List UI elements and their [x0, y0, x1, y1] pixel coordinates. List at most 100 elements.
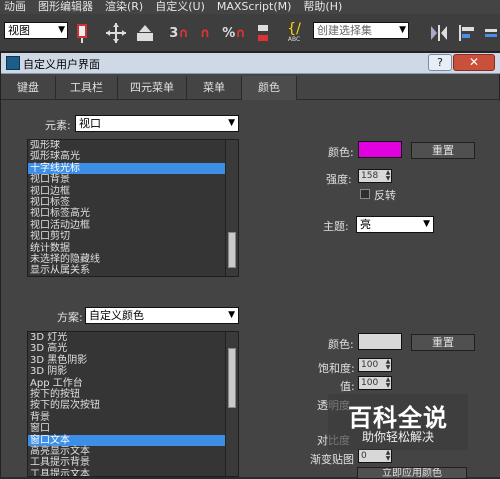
scheme-scrollbar[interactable] [225, 332, 238, 476]
list-item[interactable]: 背景 [28, 412, 238, 423]
list-item[interactable]: 视口标签 [28, 197, 238, 208]
app-logo-icon [6, 56, 20, 70]
dialog-tabs: 键盘 工具栏 四元菜单 菜单 颜色 [1, 76, 500, 100]
saturation-label: 饱和度: [318, 362, 355, 375]
tab-menus[interactable]: 菜单 [187, 76, 242, 100]
scrollbar-thumb[interactable] [228, 232, 236, 268]
menu-maxscript[interactable]: MAXScript(M) [211, 0, 298, 14]
list-item[interactable]: 视口边框 [28, 186, 238, 197]
element-reset-button[interactable]: 重置 [411, 142, 475, 159]
dialog-title: 自定义用户界面 [23, 58, 100, 71]
chevron-down-icon: ▼ [58, 25, 65, 35]
list-item[interactable]: 视口剪切 [28, 231, 238, 242]
intensity-spinner[interactable]: 158 ▲ ▼ [358, 169, 392, 183]
menu-bar: 动画 图形编辑器 渲染(R) 自定义(U) MAXScript(M) 帮助(H) [0, 0, 500, 14]
theme-dropdown[interactable]: 亮 ▼ [356, 216, 434, 233]
chevron-down-icon: ▼ [228, 118, 235, 128]
scheme-color-swatch[interactable] [358, 333, 402, 350]
edit-named-sets-icon[interactable]: {/ ABC [282, 20, 306, 46]
align-icon[interactable] [456, 20, 478, 46]
list-item[interactable]: 3D 灯光 [28, 332, 238, 343]
scheme-color-label: 颜色: [328, 338, 354, 351]
list-item[interactable]: 视口活动边框 [28, 220, 238, 231]
theme-value: 亮 [360, 218, 371, 231]
elements-listbox[interactable]: 弧形球 弧形球高光 十字线光标 视口背景 视口边框 视口标签 视口标签高光 视口… [27, 139, 239, 277]
menu-customize[interactable]: 自定义(U) [149, 0, 211, 14]
element-color-swatch[interactable] [358, 141, 402, 158]
close-button[interactable]: ✕ [453, 54, 495, 71]
menu-help[interactable]: 帮助(H) [297, 0, 348, 14]
elements-scrollbar[interactable] [225, 140, 238, 276]
saturation-value: 100 [361, 360, 379, 370]
place-icon[interactable] [134, 20, 156, 46]
invert-checkbox[interactable] [360, 189, 370, 199]
reference-coordinate-dropdown[interactable]: 视图 ▼ [4, 22, 68, 39]
theme-label: 主题: [323, 220, 349, 233]
list-item[interactable]: 3D 阴影 [28, 366, 238, 377]
scrollbar-thumb[interactable] [228, 348, 236, 408]
spinner-arrows-icon[interactable]: ▲ ▼ [385, 170, 391, 182]
percent-snap-icon[interactable]: % ∩ [222, 20, 246, 46]
saturation-spinner[interactable]: 100 ▲ ▼ [358, 358, 392, 372]
list-item[interactable]: 工具提示背景 [28, 457, 238, 468]
menu-graph-editors[interactable]: 图形编辑器 [32, 0, 99, 14]
list-item[interactable]: 3D 黑色阴影 [28, 355, 238, 366]
value-label: 值: [340, 380, 355, 393]
scheme-value: 自定义颜色 [89, 309, 144, 322]
scheme-listbox[interactable]: 3D 灯光 3D 高光 3D 黑色阴影 3D 阴影 App 工作台 按下的按钮 … [27, 331, 239, 477]
spinner-arrows-icon[interactable]: ▲ ▼ [385, 359, 391, 371]
angle-snap-icon[interactable]: ∩ [194, 20, 216, 46]
gradient-spinner[interactable]: 0 ▲ ▼ [358, 449, 392, 463]
list-item-selected[interactable]: 窗口文本 [28, 434, 238, 446]
list-item[interactable]: 视口背景 [28, 174, 238, 185]
menu-rendering[interactable]: 渲染(R) [99, 0, 149, 14]
list-item[interactable]: 弧形球高光 [28, 151, 238, 162]
list-item[interactable]: 视口标签高光 [28, 208, 238, 219]
scheme-label: 方案: [57, 311, 83, 324]
apply-colors-button[interactable]: 立即应用颜色 [357, 467, 467, 479]
layer-icon[interactable] [482, 20, 500, 46]
tab-keyboard[interactable]: 键盘 [1, 76, 56, 100]
list-item[interactable]: 统计数据 [28, 243, 238, 254]
list-item[interactable]: App 工作台 [28, 378, 238, 389]
spinner-arrows-icon[interactable]: ▲ ▼ [385, 450, 391, 462]
intensity-value: 158 [361, 171, 379, 181]
mirror-icon[interactable] [428, 20, 450, 46]
watermark: 百科全说 助你轻松解决 [328, 394, 468, 450]
tab-quad-menus[interactable]: 四元菜单 [118, 76, 187, 100]
snap-digit: 3 [169, 25, 179, 41]
list-item[interactable]: 按下的层次按钮 [28, 400, 238, 411]
scheme-reset-button[interactable]: 重置 [411, 334, 475, 351]
tab-toolbars[interactable]: 工具栏 [56, 76, 118, 100]
list-item[interactable]: 弧形球 [28, 140, 238, 151]
gradient-label: 渐变贴图 [310, 453, 354, 466]
gradient-value: 0 [361, 451, 367, 461]
list-item[interactable]: 3D 高光 [28, 343, 238, 354]
select-link-icon[interactable] [72, 20, 94, 46]
value-spinner[interactable]: 100 ▲ ▼ [358, 376, 392, 390]
abc-label: ABC [287, 36, 301, 43]
view-select-value: 视图 [8, 24, 30, 37]
scheme-dropdown[interactable]: 自定义颜色 ▼ [85, 307, 239, 324]
snap-toggle-icon[interactable]: 3 ∩ [168, 20, 190, 46]
spinner-snap-icon[interactable] [252, 20, 274, 46]
selection-set-placeholder: 创建选择集 [317, 24, 372, 37]
menu-animation[interactable]: 动画 [0, 0, 32, 14]
list-item[interactable]: 未选择的隐藏线 [28, 254, 238, 265]
invert-label: 反转 [374, 189, 396, 202]
dialog-titlebar: 自定义用户界面 ? ✕ [1, 53, 500, 74]
move-icon[interactable] [104, 20, 128, 46]
list-item[interactable]: 高亮显示文本 [28, 446, 238, 457]
elements-dropdown[interactable]: 视口 ▼ [75, 115, 239, 132]
list-item-selected[interactable]: 十字线光标 [28, 162, 238, 175]
list-item[interactable]: 按下的按钮 [28, 389, 238, 400]
help-button[interactable]: ? [428, 54, 452, 71]
tab-colors[interactable]: 颜色 [242, 76, 297, 100]
chevron-down-icon: ▼ [228, 310, 235, 320]
watermark-subtitle: 助你轻松解决 [361, 430, 434, 444]
list-item[interactable]: 窗口 [28, 423, 238, 434]
spinner-arrows-icon[interactable]: ▲ ▼ [385, 377, 391, 389]
chevron-down-icon: ▼ [423, 219, 430, 229]
list-item[interactable]: 显示从属关系 [28, 265, 238, 276]
selection-set-dropdown[interactable]: 创建选择集 ▼ [313, 22, 409, 39]
